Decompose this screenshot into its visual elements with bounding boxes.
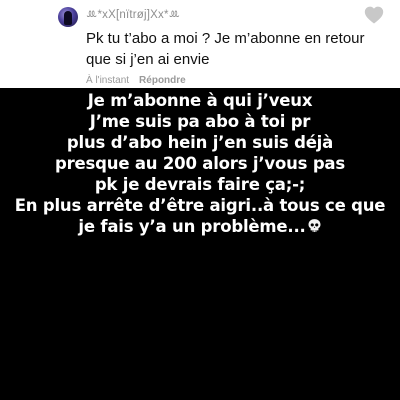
- reply-overlay-text: Je m’abonne à qui j’veux J’me suis pa ab…: [0, 90, 400, 237]
- heart-outline-icon[interactable]: [364, 6, 384, 24]
- avatar[interactable]: [58, 7, 78, 27]
- comment-text: Pk tu t’abo a moi ? Je m’abonne en retou…: [86, 30, 365, 68]
- reply-line-last: je fais y’a un problème...: [0, 216, 400, 237]
- reply-button[interactable]: Répondre: [139, 75, 186, 86]
- reply-line: presque au 200 alors j’vous pas: [55, 154, 345, 173]
- reply-line-text: je fais y’a un problème...: [78, 217, 306, 236]
- skull-icon: [308, 219, 321, 233]
- avatar-silhouette: [64, 11, 72, 25]
- screen: ꔛ*xX[nïtrøj]Xx*ꔛ Pk tu t’abo a moi ? Je …: [0, 0, 400, 400]
- comment-timestamp: À l'instant: [86, 75, 130, 86]
- reply-line: Je m’abonne à qui j’veux: [87, 91, 313, 110]
- reply-line: En plus arrête d’être aigri..à tous ce q…: [14, 196, 386, 215]
- comment-meta: À l'instant Répondre: [86, 75, 186, 86]
- reply-line: J’me suis pa abo à toi pr: [89, 112, 311, 131]
- reply-line: pk je devrais faire ça;-;: [94, 175, 306, 194]
- reply-line: plus d’abo hein j’en suis déjà: [66, 133, 334, 152]
- comment-card: ꔛ*xX[nïtrøj]Xx*ꔛ Pk tu t’abo a moi ? Je …: [0, 0, 400, 88]
- comment-username[interactable]: ꔛ*xX[nïtrøj]Xx*ꔛ: [86, 9, 180, 22]
